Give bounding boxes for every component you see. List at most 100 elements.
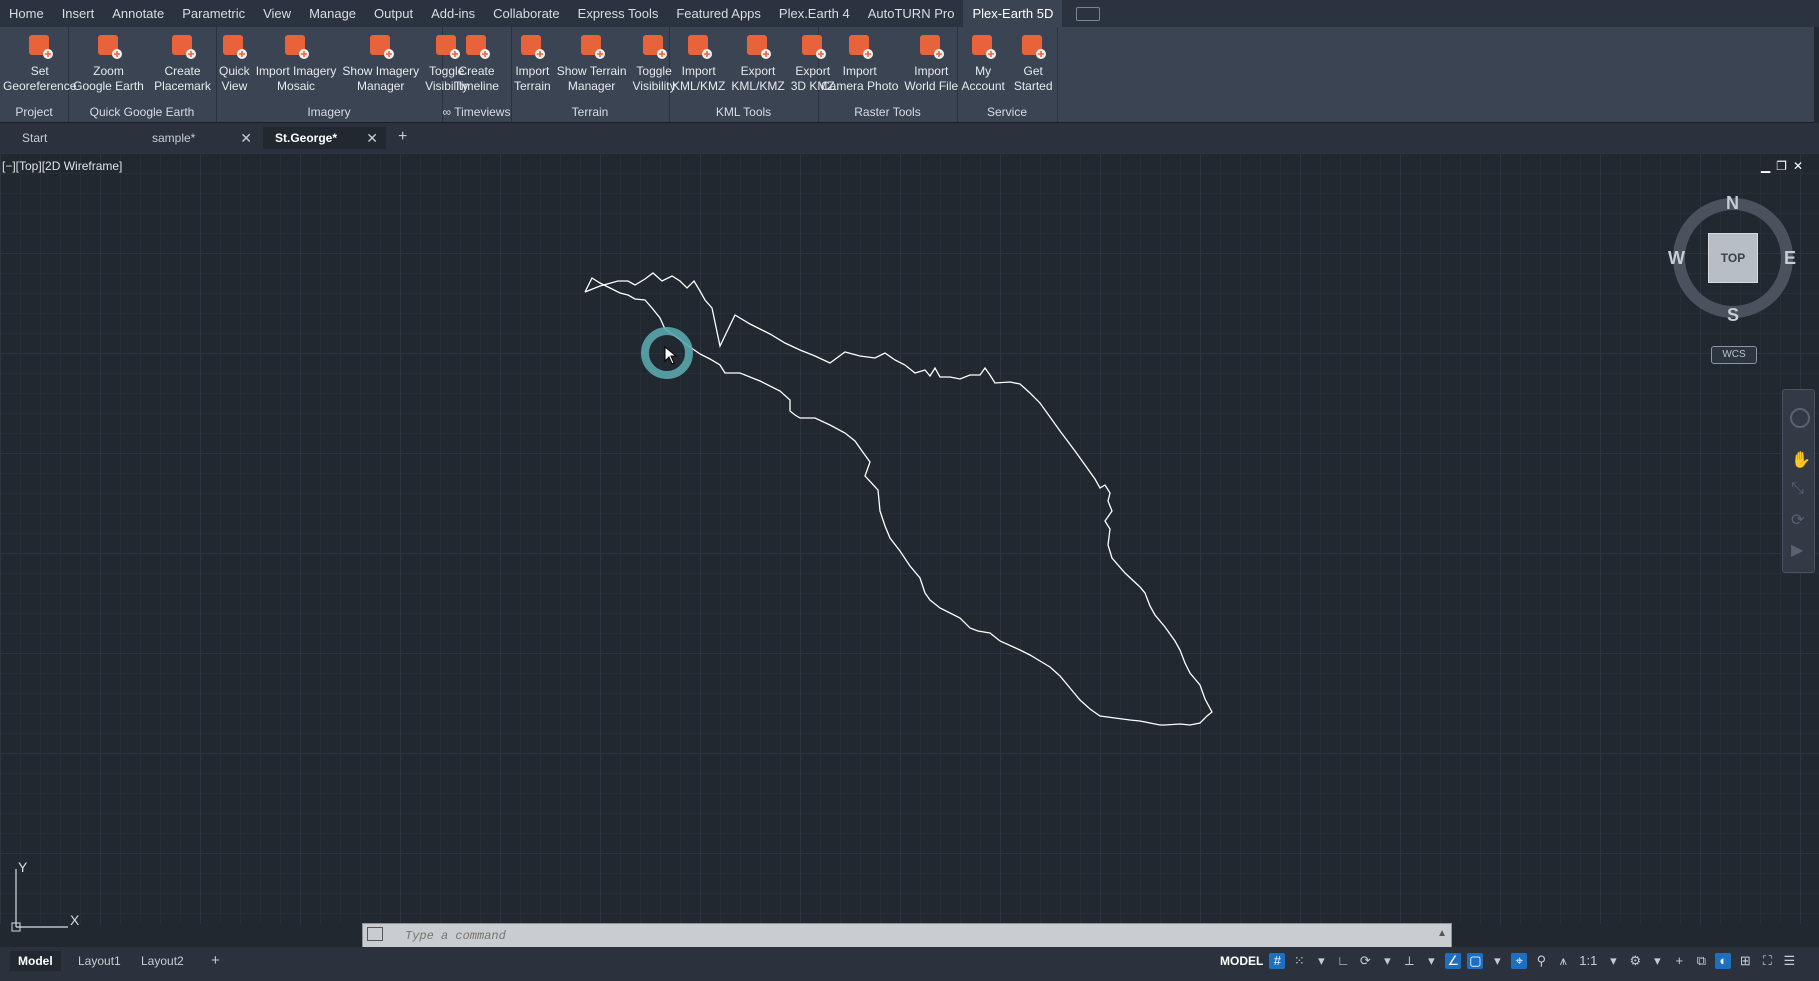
auto-scale-icon[interactable]: ⚲: [1533, 953, 1549, 969]
ribbon-panel-label[interactable]: Project: [0, 105, 68, 119]
get-started-button[interactable]: Get Started: [1011, 27, 1056, 94]
hardware-acceleration-icon[interactable]: ◐: [1715, 953, 1732, 969]
gear-icon[interactable]: ⚙: [1627, 953, 1643, 969]
snap-icon[interactable]: ⁙: [1291, 953, 1307, 969]
ribbon-tool-label: Import Terrain: [514, 64, 551, 93]
object-snap-tracking-icon[interactable]: ∠: [1445, 953, 1462, 969]
compass-north[interactable]: N: [1726, 193, 1739, 214]
export-kml-button[interactable]: Export KML/KMZ: [728, 27, 787, 94]
account-button[interactable]: My Account: [958, 27, 1007, 94]
command-input[interactable]: [403, 926, 1407, 946]
doc-tab-st-george[interactable]: St.George* ✕: [263, 127, 386, 149]
ribbon-panel-label[interactable]: Service: [957, 105, 1057, 119]
layout-tab-model[interactable]: Model: [10, 951, 61, 971]
menu-tab-collaborate[interactable]: Collaborate: [484, 0, 569, 27]
menu-tab-manage[interactable]: Manage: [300, 0, 365, 27]
menu-tab-plex-earth-4[interactable]: Plex.Earth 4: [770, 0, 859, 27]
chevron-down-icon[interactable]: ▾: [1423, 953, 1439, 969]
ribbon-panel-label[interactable]: Imagery: [216, 105, 442, 119]
import-terrain-button[interactable]: Import Terrain: [511, 27, 554, 94]
object-snap-icon[interactable]: ▢: [1467, 953, 1484, 969]
chevron-down-icon[interactable]: ▾: [1489, 953, 1505, 969]
chevron-down-icon[interactable]: ▾: [1379, 953, 1395, 969]
georeference-icon: [25, 31, 55, 61]
menu-tab-add-ins[interactable]: Add-ins: [422, 0, 484, 27]
close-icon[interactable]: ✕: [240, 127, 252, 149]
menu-tab-annotate[interactable]: Annotate: [103, 0, 173, 27]
wcs-menu[interactable]: WCS: [1711, 346, 1757, 364]
import-mosaic-button[interactable]: Import Imagery Mosaic: [253, 27, 340, 94]
ribbon-panel-label[interactable]: ∞ Timeviews: [442, 105, 511, 119]
drawing-canvas[interactable]: [−][Top][2D Wireframe] ▁❐✕ TOP N S E W W…: [0, 153, 1819, 932]
compass-west[interactable]: W: [1668, 248, 1685, 269]
doc-tab-sample[interactable]: sample* ✕: [140, 127, 260, 149]
viewcube-top-face[interactable]: TOP: [1708, 233, 1758, 283]
terrain-visibility-icon: [639, 31, 669, 61]
quick-view-icon: [219, 31, 249, 61]
camera-photo-button[interactable]: Import Camera Photo: [818, 27, 901, 94]
menu-tab-output[interactable]: Output: [365, 0, 422, 27]
customization-menu-icon[interactable]: ☰: [1781, 953, 1797, 969]
chevron-down-icon[interactable]: ▾: [1605, 953, 1621, 969]
ribbon-tool-label: Show Imagery Manager: [342, 64, 420, 93]
menu-tab-parametric[interactable]: Parametric: [173, 0, 254, 27]
workspace-switch-icon[interactable]: [1076, 6, 1101, 21]
new-tab-plus-icon[interactable]: +: [398, 128, 407, 146]
grid-icon[interactable]: #: [1269, 953, 1286, 969]
navigation-bar[interactable]: ✋ ⤡ ⟳ ▶: [1782, 389, 1815, 573]
viewcube[interactable]: TOP N S E W: [1668, 193, 1798, 326]
doc-tab-start[interactable]: Start: [10, 127, 140, 149]
menu-tab-insert[interactable]: Insert: [53, 0, 104, 27]
world-file-button[interactable]: Import World File: [901, 27, 961, 94]
ribbon-panel-label[interactable]: Raster Tools: [818, 105, 957, 119]
menu-tab-plex-earth-5d[interactable]: Plex-Earth 5D: [963, 0, 1063, 27]
zoom-extents-icon[interactable]: ⤡: [1791, 480, 1804, 498]
clean-screen-icon[interactable]: ⊞: [1737, 953, 1753, 969]
layout-tab-layout2[interactable]: Layout2: [133, 951, 192, 971]
pan-icon[interactable]: ✋: [1791, 450, 1811, 470]
command-line[interactable]: ▲: [362, 923, 1452, 949]
close-icon[interactable]: ✕: [366, 127, 378, 149]
command-history-icon[interactable]: [367, 927, 383, 941]
chevron-down-icon[interactable]: ▾: [1313, 953, 1329, 969]
chevron-down-icon[interactable]: ▾: [1649, 953, 1665, 969]
timeline-button[interactable]: Create Timeline: [451, 27, 502, 94]
ribbon-tool-label: Get Started: [1013, 64, 1053, 93]
terrain-manager-button[interactable]: Show Terrain Manager: [554, 27, 630, 94]
menu-tab-home[interactable]: Home: [0, 0, 53, 27]
add-layout-icon[interactable]: +: [203, 951, 228, 971]
imagery-manager-button[interactable]: Show Imagery Manager: [339, 27, 422, 94]
scale-value[interactable]: 1:1: [1577, 953, 1599, 969]
annotation-scale-icon[interactable]: ⩚: [1555, 953, 1571, 969]
layout-tab-layout1[interactable]: Layout1: [70, 951, 129, 971]
placemark-button[interactable]: Create Placemark: [151, 27, 214, 94]
ribbon-tool-label: Import Imagery Mosaic: [255, 64, 337, 93]
import-kml-button[interactable]: Import KML/KMZ: [669, 27, 728, 94]
menu-tab-featured-apps[interactable]: Featured Apps: [667, 0, 770, 27]
menu-tab-autoturn-pro[interactable]: AutoTURN Pro: [859, 0, 964, 27]
ribbon-panel-label[interactable]: Terrain: [511, 105, 669, 119]
quick-view-button[interactable]: Quick View: [216, 27, 253, 94]
plus-icon[interactable]: +: [1671, 953, 1687, 969]
ribbon-panel-label[interactable]: KML Tools: [669, 105, 818, 119]
compass-east[interactable]: E: [1784, 248, 1796, 269]
timeline-icon: [462, 31, 492, 61]
compass-south[interactable]: S: [1727, 305, 1739, 326]
ribbon-panel-label[interactable]: Quick Google Earth: [68, 105, 216, 119]
ortho-icon[interactable]: ∟: [1335, 953, 1351, 969]
showmotion-icon[interactable]: ▶: [1791, 540, 1803, 560]
isodraft-icon[interactable]: ⟂: [1401, 953, 1417, 969]
zoom-google-earth-button[interactable]: Zoom Google Earth: [70, 27, 147, 94]
fullscreen-icon[interactable]: ⛶: [1759, 953, 1775, 969]
doc-tab-label: St.George*: [275, 131, 338, 145]
menu-tab-view[interactable]: View: [254, 0, 300, 27]
orbit-icon[interactable]: ⟳: [1791, 510, 1804, 530]
menu-tab-express-tools[interactable]: Express Tools: [569, 0, 668, 27]
isolate-objects-icon[interactable]: ⧉: [1693, 953, 1709, 969]
annotation-visibility-icon[interactable]: ⌖: [1511, 953, 1528, 969]
ribbon-tool-label: Show Terrain Manager: [556, 64, 627, 93]
model-space-toggle[interactable]: MODEL: [1220, 954, 1263, 968]
chevron-up-icon[interactable]: ▲: [1437, 928, 1447, 939]
polar-icon[interactable]: ⟳: [1357, 953, 1373, 969]
steering-wheel-icon[interactable]: [1790, 408, 1810, 428]
